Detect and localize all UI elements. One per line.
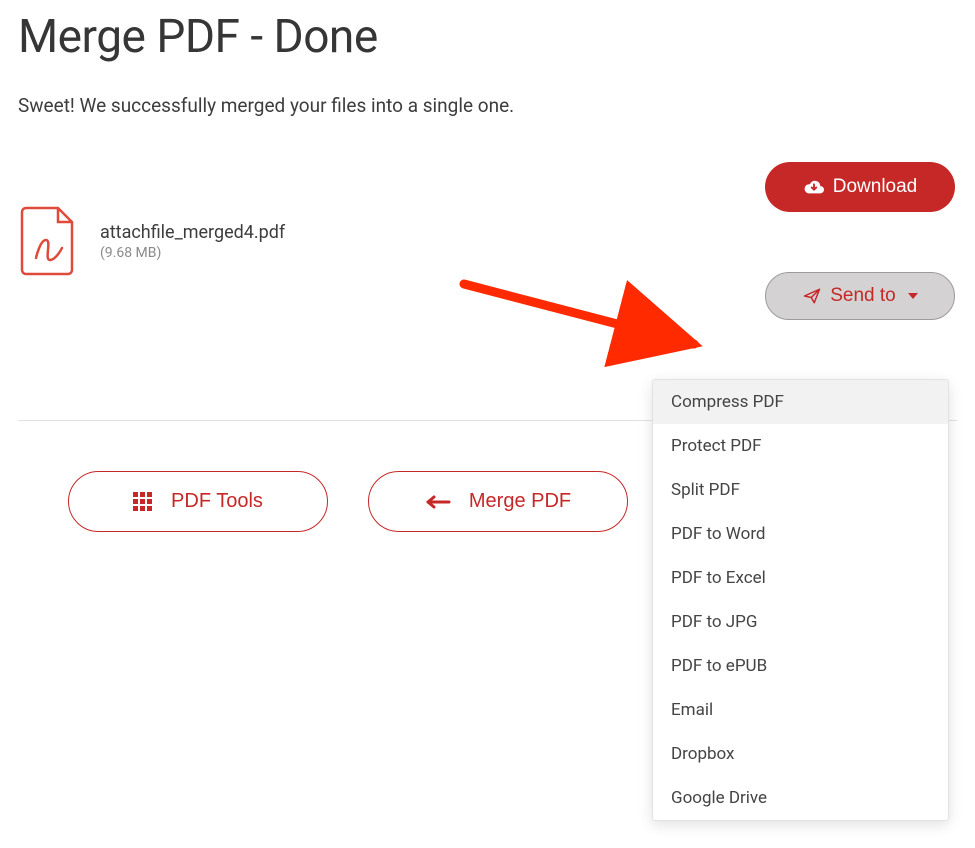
chevron-down-icon	[908, 293, 918, 299]
download-label: Download	[833, 176, 918, 198]
send-to-dropdown: Compress PDF Protect PDF Split PDF PDF t…	[652, 379, 949, 821]
grid-icon	[133, 492, 153, 512]
pdf-file-icon	[20, 206, 76, 276]
download-button[interactable]: Download	[765, 162, 955, 212]
paper-plane-icon	[802, 287, 822, 305]
dropdown-item-split-pdf[interactable]: Split PDF	[653, 468, 948, 512]
dropdown-item-protect-pdf[interactable]: Protect PDF	[653, 424, 948, 468]
pdf-tools-label: PDF Tools	[171, 490, 263, 513]
arrow-left-icon	[425, 495, 451, 509]
file-row: attachfile_merged4.pdf (9.68 MB) Downloa…	[18, 162, 957, 320]
merge-pdf-button[interactable]: Merge PDF	[368, 471, 628, 532]
file-info: attachfile_merged4.pdf (9.68 MB)	[20, 206, 285, 276]
pdf-tools-button[interactable]: PDF Tools	[68, 471, 328, 532]
file-size: (9.68 MB)	[100, 245, 285, 261]
dropdown-item-google-drive[interactable]: Google Drive	[653, 776, 948, 820]
cloud-download-icon	[803, 177, 825, 197]
page-subtitle: Sweet! We successfully merged your files…	[18, 94, 957, 117]
dropdown-item-dropbox[interactable]: Dropbox	[653, 732, 948, 776]
dropdown-item-compress-pdf[interactable]: Compress PDF	[653, 380, 948, 424]
send-to-label: Send to	[830, 285, 896, 307]
dropdown-item-pdf-to-excel[interactable]: PDF to Excel	[653, 556, 948, 600]
send-to-button[interactable]: Send to	[765, 272, 955, 320]
dropdown-item-pdf-to-jpg[interactable]: PDF to JPG	[653, 600, 948, 644]
dropdown-item-pdf-to-word[interactable]: PDF to Word	[653, 512, 948, 556]
dropdown-item-pdf-to-epub[interactable]: PDF to ePUB	[653, 644, 948, 688]
merge-pdf-label: Merge PDF	[469, 490, 571, 513]
dropdown-item-email[interactable]: Email	[653, 688, 948, 732]
page-title: Merge PDF - Done	[18, 10, 957, 64]
file-name: attachfile_merged4.pdf	[100, 222, 285, 243]
